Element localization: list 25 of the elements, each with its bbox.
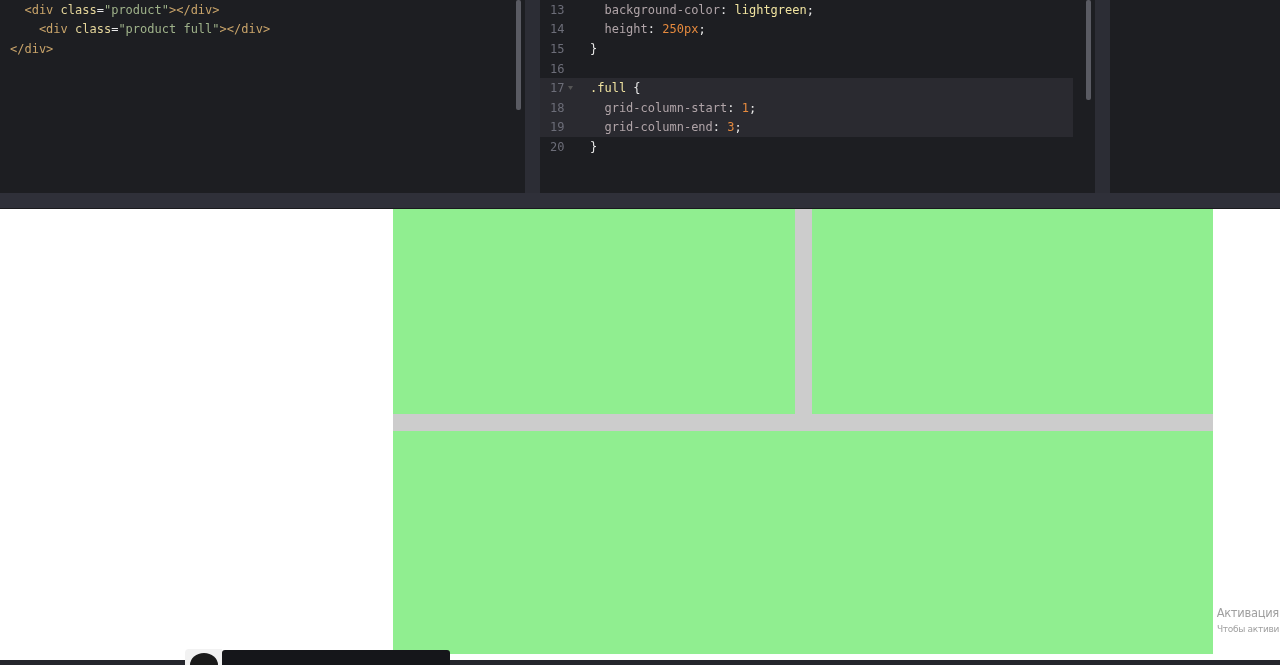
line-number: 17 [550, 81, 565, 96]
scrollbar[interactable] [1086, 0, 1091, 100]
line-number: 18 [550, 100, 565, 115]
code-line: } [590, 42, 598, 56]
activation-title: Активация [1216, 606, 1279, 620]
resize-bar[interactable] [0, 193, 1280, 209]
code-line: .full { [590, 81, 641, 96]
scrollbar[interactable] [516, 0, 521, 110]
line-number: 16 [550, 61, 565, 76]
line-number: 19 [550, 120, 565, 135]
line-number: 14 [550, 22, 565, 37]
code-line: </div> [10, 42, 54, 56]
avatar-icon [189, 653, 218, 665]
code-line: height: 250px; [603, 22, 706, 37]
code-line: grid-column-end: 3; [603, 120, 742, 135]
code-line: grid-column-start: 1; [603, 100, 757, 115]
line-number: 13 [550, 2, 565, 17]
code-line: <div class="product"></div> [23, 2, 220, 17]
line-number: 15 [550, 42, 565, 56]
activation-subtitle: Чтобы активи [1216, 624, 1279, 634]
code-line: background-color: lightgreen; [603, 2, 814, 17]
line-number: 20 [550, 139, 565, 154]
fold-icon[interactable] [568, 86, 574, 91]
code-line: } [590, 139, 598, 154]
code-line: <div class="product full"></div> [37, 22, 271, 37]
